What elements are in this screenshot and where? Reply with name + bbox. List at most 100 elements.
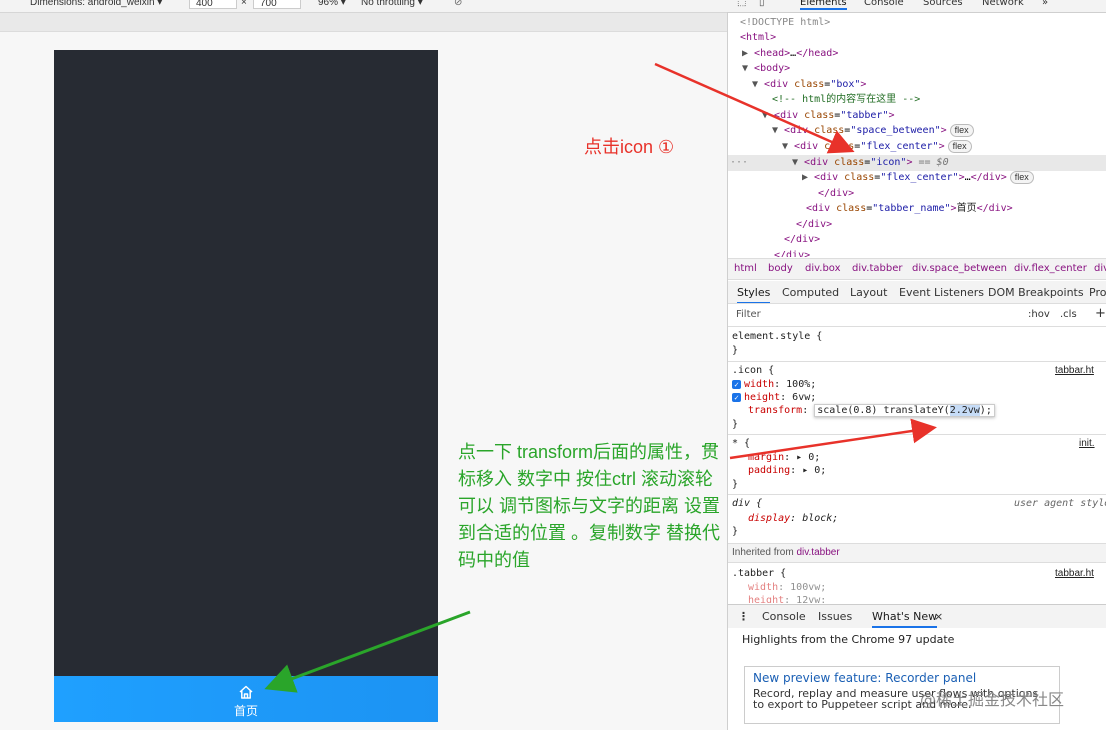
- dom-close-div: </div>: [774, 250, 811, 257]
- flex-badge[interactable]: flex: [947, 140, 972, 153]
- width-input[interactable]: 400: [189, 0, 237, 9]
- new-rule-icon[interactable]: +: [1095, 306, 1106, 321]
- device-toolbar: Dimensions: android_weixin ▾ 400 × 700 9…: [0, 0, 727, 13]
- rule-close: }: [732, 526, 739, 537]
- tab-styles[interactable]: Styles: [737, 286, 771, 303]
- inspect-icon[interactable]: ⬚: [737, 0, 746, 8]
- transform-declaration[interactable]: transform: scale(0.8) translateY(2.2vw);: [748, 404, 995, 417]
- display-declaration[interactable]: display: block;: [748, 512, 838, 525]
- cls-toggle[interactable]: .cls: [1060, 309, 1077, 320]
- height-declaration[interactable]: ✓ height: 6vw;: [732, 391, 816, 404]
- tab-elements[interactable]: Elements: [800, 0, 847, 10]
- phone-screen: [54, 50, 438, 676]
- transform-value-editor[interactable]: scale(0.8) translateY(2.2vw);: [814, 404, 995, 417]
- padding-declaration[interactable]: padding: ▸ 0;: [748, 464, 826, 477]
- flex-badge[interactable]: flex: [1009, 171, 1034, 184]
- drawer-tab-console[interactable]: Console: [762, 610, 806, 623]
- tab-console[interactable]: Console: [864, 0, 904, 8]
- dom-div-tabber[interactable]: ▼ <div class="tabber">: [762, 109, 895, 123]
- throttling-select[interactable]: No throttling ▾: [361, 0, 423, 8]
- zoom-select[interactable]: 96% ▾: [318, 0, 346, 8]
- flex-badge[interactable]: flex: [949, 124, 974, 137]
- rule-divider: [728, 361, 1106, 362]
- rule-close: }: [732, 479, 739, 490]
- breadcrumb-item[interactable]: body: [768, 263, 793, 274]
- checkbox-icon[interactable]: ✓: [732, 392, 741, 402]
- watermark: @稀土掘金技术社区: [920, 690, 1065, 709]
- devtools-main-tabs: ⬚ ▯ Elements Console Sources Network »: [727, 0, 1106, 13]
- filter-input[interactable]: Filter: [736, 309, 761, 320]
- close-icon[interactable]: ×: [934, 610, 943, 623]
- rule-divider: [728, 434, 1106, 435]
- tabber-rule-source[interactable]: tabbar.ht: [1055, 567, 1094, 580]
- tabbar-label[interactable]: 首页: [226, 702, 266, 719]
- styles-filter-bar: Filter :hov .cls +: [728, 304, 1106, 327]
- hov-toggle[interactable]: :hov: [1028, 309, 1050, 320]
- dom-body[interactable]: ▼ <body>: [742, 62, 790, 76]
- drawer-menu-icon[interactable]: ⋮: [738, 610, 749, 623]
- rotate-icon[interactable]: ⊘: [454, 0, 462, 8]
- tab-sources[interactable]: Sources: [923, 0, 963, 8]
- tab-network[interactable]: Network: [982, 0, 1024, 8]
- drawer-tabs: ⋮ Console Issues What's New ×: [728, 604, 1106, 629]
- dom-div-box[interactable]: ▼ <div class="box">: [752, 78, 866, 92]
- div-rule-source: user agent style: [1014, 498, 1106, 509]
- div-selector[interactable]: div {: [732, 497, 762, 510]
- breadcrumb-item[interactable]: div.tabber: [852, 263, 902, 274]
- tab-computed[interactable]: Computed: [782, 286, 839, 299]
- dom-html[interactable]: <html>: [740, 31, 776, 45]
- breadcrumb-item[interactable]: div: [1094, 263, 1106, 274]
- icon-selector[interactable]: .icon {: [732, 364, 774, 377]
- breadcrumb-item[interactable]: div.box: [805, 263, 841, 274]
- home-icon[interactable]: [238, 684, 254, 700]
- star-rule-source[interactable]: init.: [1079, 437, 1095, 450]
- star-selector[interactable]: * {: [732, 437, 750, 450]
- margin-declaration[interactable]: margin: ▸ 0;: [748, 451, 820, 464]
- annotation-instruction: 点一下 transform后面的属性，贯标移入 数字中 按住ctrl 滚动滚轮可…: [458, 442, 721, 570]
- breadcrumb: html body div.box div.tabber div.space_b…: [728, 258, 1106, 280]
- icon-rule-source[interactable]: tabbar.ht: [1055, 364, 1094, 377]
- tabber-height-declaration[interactable]: height: 12vw;: [748, 594, 826, 603]
- breadcrumb-item[interactable]: div.flex_center: [1014, 263, 1087, 274]
- tab-properties[interactable]: Pro: [1089, 286, 1106, 299]
- dom-doctype: <!DOCTYPE html>: [740, 17, 831, 28]
- tab-dom-breakpoints[interactable]: DOM Breakpoints: [988, 286, 1084, 299]
- checkbox-icon[interactable]: ✓: [732, 379, 741, 389]
- element-style-selector[interactable]: element.style {: [732, 330, 822, 343]
- media-query-ruler: [0, 13, 727, 32]
- dom-close-div: </div>: [818, 188, 855, 199]
- tab-event-listeners[interactable]: Event Listeners: [899, 286, 984, 299]
- width-declaration[interactable]: ✓ width: 100%;: [732, 378, 816, 391]
- dom-gutter-dots[interactable]: ···: [730, 156, 748, 170]
- styles-tabs: Styles Computed Layout Event Listeners D…: [728, 281, 1106, 304]
- dimensions-select[interactable]: Dimensions: android_weixin ▾: [30, 0, 162, 8]
- rule-close: }: [732, 419, 739, 430]
- dom-tree: <!DOCTYPE html> <html> ▶ <head>…</head> …: [728, 13, 1106, 257]
- card-title-link[interactable]: New preview feature: Recorder panel: [753, 671, 976, 685]
- whats-new-title: Highlights from the Chrome 97 update: [742, 633, 955, 646]
- dom-div-icon[interactable]: ▼ <div class="icon"> == $0: [792, 156, 949, 170]
- dom-div-flex-center-inner[interactable]: ▶ <div class="flex_center">…</div> flex: [802, 171, 1034, 185]
- dom-div-space-between[interactable]: ▼ <div class="space_between"> flex: [772, 124, 974, 138]
- dom-comment: <!-- html的内容写在这里 -->: [772, 94, 921, 105]
- dom-head[interactable]: ▶ <head>…</head>: [742, 47, 838, 61]
- transform-number[interactable]: 2.2vw: [949, 405, 980, 416]
- breadcrumb-item[interactable]: html: [734, 263, 757, 274]
- dom-close-div: </div>: [796, 219, 833, 230]
- dom-div-tabber-name[interactable]: <div class="tabber_name">首页</div>: [806, 202, 1013, 216]
- drawer-tab-whats-new[interactable]: What's New: [872, 610, 938, 628]
- inherited-header: Inherited from div.tabber: [728, 543, 1106, 563]
- height-input[interactable]: 700: [253, 0, 301, 9]
- inherited-link[interactable]: div.tabber: [796, 547, 839, 558]
- tabber-selector[interactable]: .tabber {: [732, 567, 786, 580]
- dom-div-flex-center[interactable]: ▼ <div class="flex_center"> flex: [782, 140, 972, 154]
- styles-pane: element.style { } .icon { tabbar.ht ✓ wid…: [728, 327, 1106, 603]
- drawer-tab-issues[interactable]: Issues: [818, 610, 852, 623]
- device-toggle-icon[interactable]: ▯: [759, 0, 765, 8]
- rule-divider: [728, 494, 1106, 495]
- annotation-click-icon: 点击icon ①: [584, 137, 675, 157]
- tabber-width-declaration[interactable]: width: 100vw;: [748, 581, 826, 594]
- tab-layout[interactable]: Layout: [850, 286, 887, 299]
- breadcrumb-item[interactable]: div.space_between: [912, 263, 1007, 274]
- more-tabs-icon[interactable]: »: [1042, 0, 1048, 8]
